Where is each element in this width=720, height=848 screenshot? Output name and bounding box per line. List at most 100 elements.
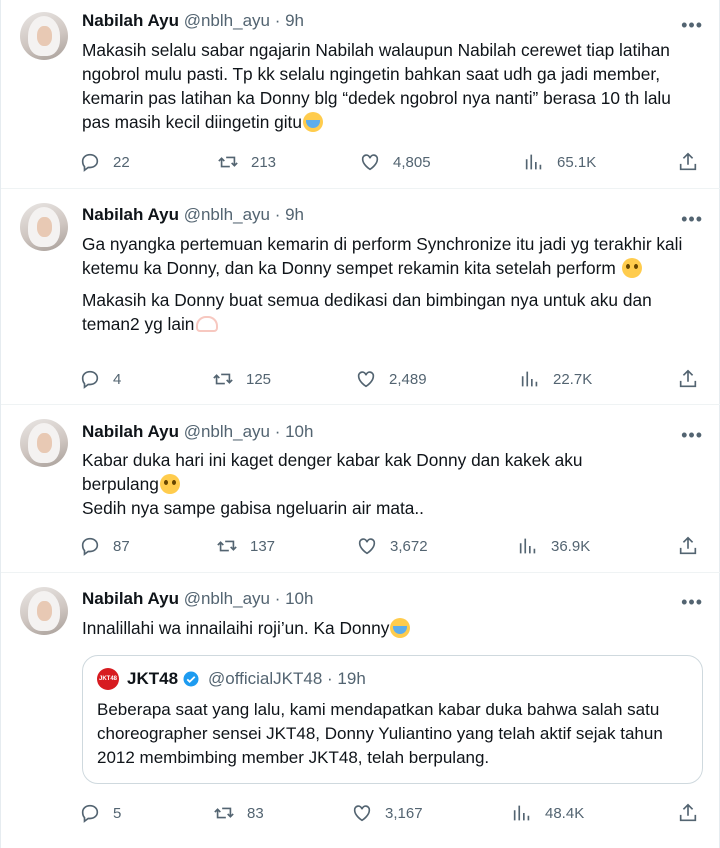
share-button[interactable] <box>677 534 699 558</box>
views-chart-icon <box>525 154 542 170</box>
more-options-icon[interactable]: ••• <box>681 210 703 228</box>
view-count: 65.1K <box>557 153 597 171</box>
loudly-crying-face-emoji <box>302 112 323 132</box>
share-icon <box>679 152 697 171</box>
avatar[interactable] <box>20 587 68 635</box>
retweet-icon <box>213 373 233 385</box>
tweet-text: Makasih ka Donny buat semua dedikasi dan… <box>82 290 652 334</box>
views-chart-icon <box>519 538 536 554</box>
reply-count: 87 <box>113 537 130 555</box>
quoted-tweet[interactable]: JKT48 JKT48 @officialJKT48 · 19h Beberap… <box>82 655 703 784</box>
reply-icon <box>81 370 99 389</box>
author-meta[interactable]: @nblh_ayu · 10h <box>184 422 314 441</box>
tweet[interactable]: Nabilah Ayu @nblh_ayu · 9h ••• Ga nyangk… <box>1 189 720 405</box>
share-button[interactable] <box>677 150 699 174</box>
author-meta[interactable]: @nblh_ayu · 9h <box>184 205 304 224</box>
views-chart-icon <box>513 805 530 821</box>
quoted-author-name[interactable]: JKT48 <box>127 669 178 689</box>
loudly-crying-face-emoji <box>390 618 411 638</box>
author-name[interactable]: Nabilah Ayu <box>82 11 179 30</box>
like-count: 2,489 <box>389 370 427 388</box>
quoted-author-meta[interactable]: @officialJKT48 · 19h <box>208 669 366 689</box>
retweet-count: 83 <box>247 804 264 822</box>
tweet[interactable]: Nabilah Ayu @nblh_ayu · 10h ••• Kabar du… <box>1 405 720 573</box>
avatar[interactable] <box>20 419 68 467</box>
quoted-tweet-text: Beberapa saat yang lalu, kami mendapatka… <box>97 700 663 767</box>
author-meta[interactable]: @nblh_ayu · 10h <box>184 589 314 608</box>
tweet-header: Nabilah Ayu @nblh_ayu · 10h <box>82 588 313 610</box>
reply-icon <box>81 804 99 823</box>
views-button[interactable]: 22.7K <box>519 367 592 391</box>
view-count: 22.7K <box>553 370 593 388</box>
tweet-actions: 4 125 2,489 22.7K <box>79 367 699 391</box>
reply-count: 5 <box>113 804 122 822</box>
retweet-icon <box>214 807 234 819</box>
timeline: Nabilah Ayu @nblh_ayu · 9h ••• Makasih s… <box>0 0 720 848</box>
tweet-text: Ga nyangka pertemuan kemarin di perform … <box>82 234 683 278</box>
tweet-header: Nabilah Ayu @nblh_ayu · 9h <box>82 10 304 32</box>
retweet-button[interactable]: 125 <box>212 367 271 391</box>
view-count: 48.4K <box>545 804 585 822</box>
tweet-text-container: Kabar duka hari ini kaget denger kabar k… <box>82 448 642 520</box>
more-options-icon[interactable]: ••• <box>681 593 703 611</box>
heart-icon <box>361 154 379 171</box>
retweet-button[interactable]: 137 <box>216 534 275 558</box>
tweet-text: Makasih selalu sabar ngajarin Nabilah wa… <box>82 40 671 132</box>
reply-icon <box>81 153 99 172</box>
reply-button[interactable]: 4 <box>79 367 121 391</box>
views-button[interactable]: 48.4K <box>511 801 584 825</box>
more-options-icon[interactable]: ••• <box>681 426 703 444</box>
tweet-text-container: Makasih selalu sabar ngajarin Nabilah wa… <box>82 38 702 134</box>
like-button[interactable]: 3,167 <box>351 801 423 825</box>
retweet-count: 125 <box>246 370 272 388</box>
reply-button[interactable]: 5 <box>79 801 121 825</box>
avatar[interactable] <box>20 12 68 60</box>
views-chart-icon <box>521 371 538 387</box>
like-count: 4,805 <box>393 153 431 171</box>
like-button[interactable]: 4,805 <box>359 150 431 174</box>
author-meta[interactable]: @nblh_ayu · 9h <box>184 11 304 30</box>
views-button[interactable]: 36.9K <box>517 534 590 558</box>
share-icon <box>679 369 697 388</box>
view-count: 36.9K <box>551 537 591 555</box>
heart-hands-emoji <box>196 316 219 332</box>
like-count: 3,167 <box>385 804 423 822</box>
heart-icon <box>353 805 371 822</box>
share-button[interactable] <box>677 367 699 391</box>
retweet-button[interactable]: 83 <box>213 801 264 825</box>
reply-button[interactable]: 87 <box>79 534 130 558</box>
author-name[interactable]: Nabilah Ayu <box>82 422 179 441</box>
heart-icon <box>357 371 375 388</box>
author-name[interactable]: Nabilah Ayu <box>82 589 179 608</box>
share-icon <box>679 536 697 555</box>
tweet-text-container: Ga nyangka pertemuan kemarin di perform … <box>82 232 702 336</box>
tweet-text: Innalillahi wa innailaihi roji’un. Ka Do… <box>82 618 390 638</box>
pleading-face-emoji <box>159 474 180 494</box>
retweet-count: 213 <box>251 153 277 171</box>
jkt48-logo[interactable]: JKT48 <box>97 668 119 690</box>
retweet-button[interactable]: 213 <box>217 150 276 174</box>
heart-icon <box>358 538 376 555</box>
reply-button[interactable]: 22 <box>79 150 130 174</box>
like-button[interactable]: 3,672 <box>356 534 428 558</box>
tweet-actions: 87 137 3,672 36.9K <box>79 534 699 558</box>
reply-icon <box>81 537 99 556</box>
tweet-header: Nabilah Ayu @nblh_ayu · 10h <box>82 421 313 443</box>
views-button[interactable]: 65.1K <box>523 150 596 174</box>
retweet-count: 137 <box>250 537 276 555</box>
reply-count: 4 <box>113 370 122 388</box>
tweet-actions: 5 83 3,167 48.4K <box>79 801 699 825</box>
like-button[interactable]: 2,489 <box>355 367 427 391</box>
tweet-header: Nabilah Ayu @nblh_ayu · 9h <box>82 204 304 226</box>
share-button[interactable] <box>677 801 699 825</box>
verified-badge-icon <box>183 671 199 687</box>
like-count: 3,672 <box>390 537 428 555</box>
tweet-text: Sedih nya sampe gabisa ngeluarin air mat… <box>82 498 424 518</box>
author-name[interactable]: Nabilah Ayu <box>82 205 179 224</box>
quoted-tweet-header: JKT48 JKT48 @officialJKT48 · 19h <box>97 668 366 690</box>
more-options-icon[interactable]: ••• <box>681 16 703 34</box>
tweet-actions: 22 213 4,805 65.1K <box>79 150 699 174</box>
avatar[interactable] <box>20 203 68 251</box>
tweet-text-container: Innalillahi wa innailaihi roji’un. Ka Do… <box>82 616 702 640</box>
tweet[interactable]: Nabilah Ayu @nblh_ayu · 9h ••• Makasih s… <box>1 0 720 189</box>
